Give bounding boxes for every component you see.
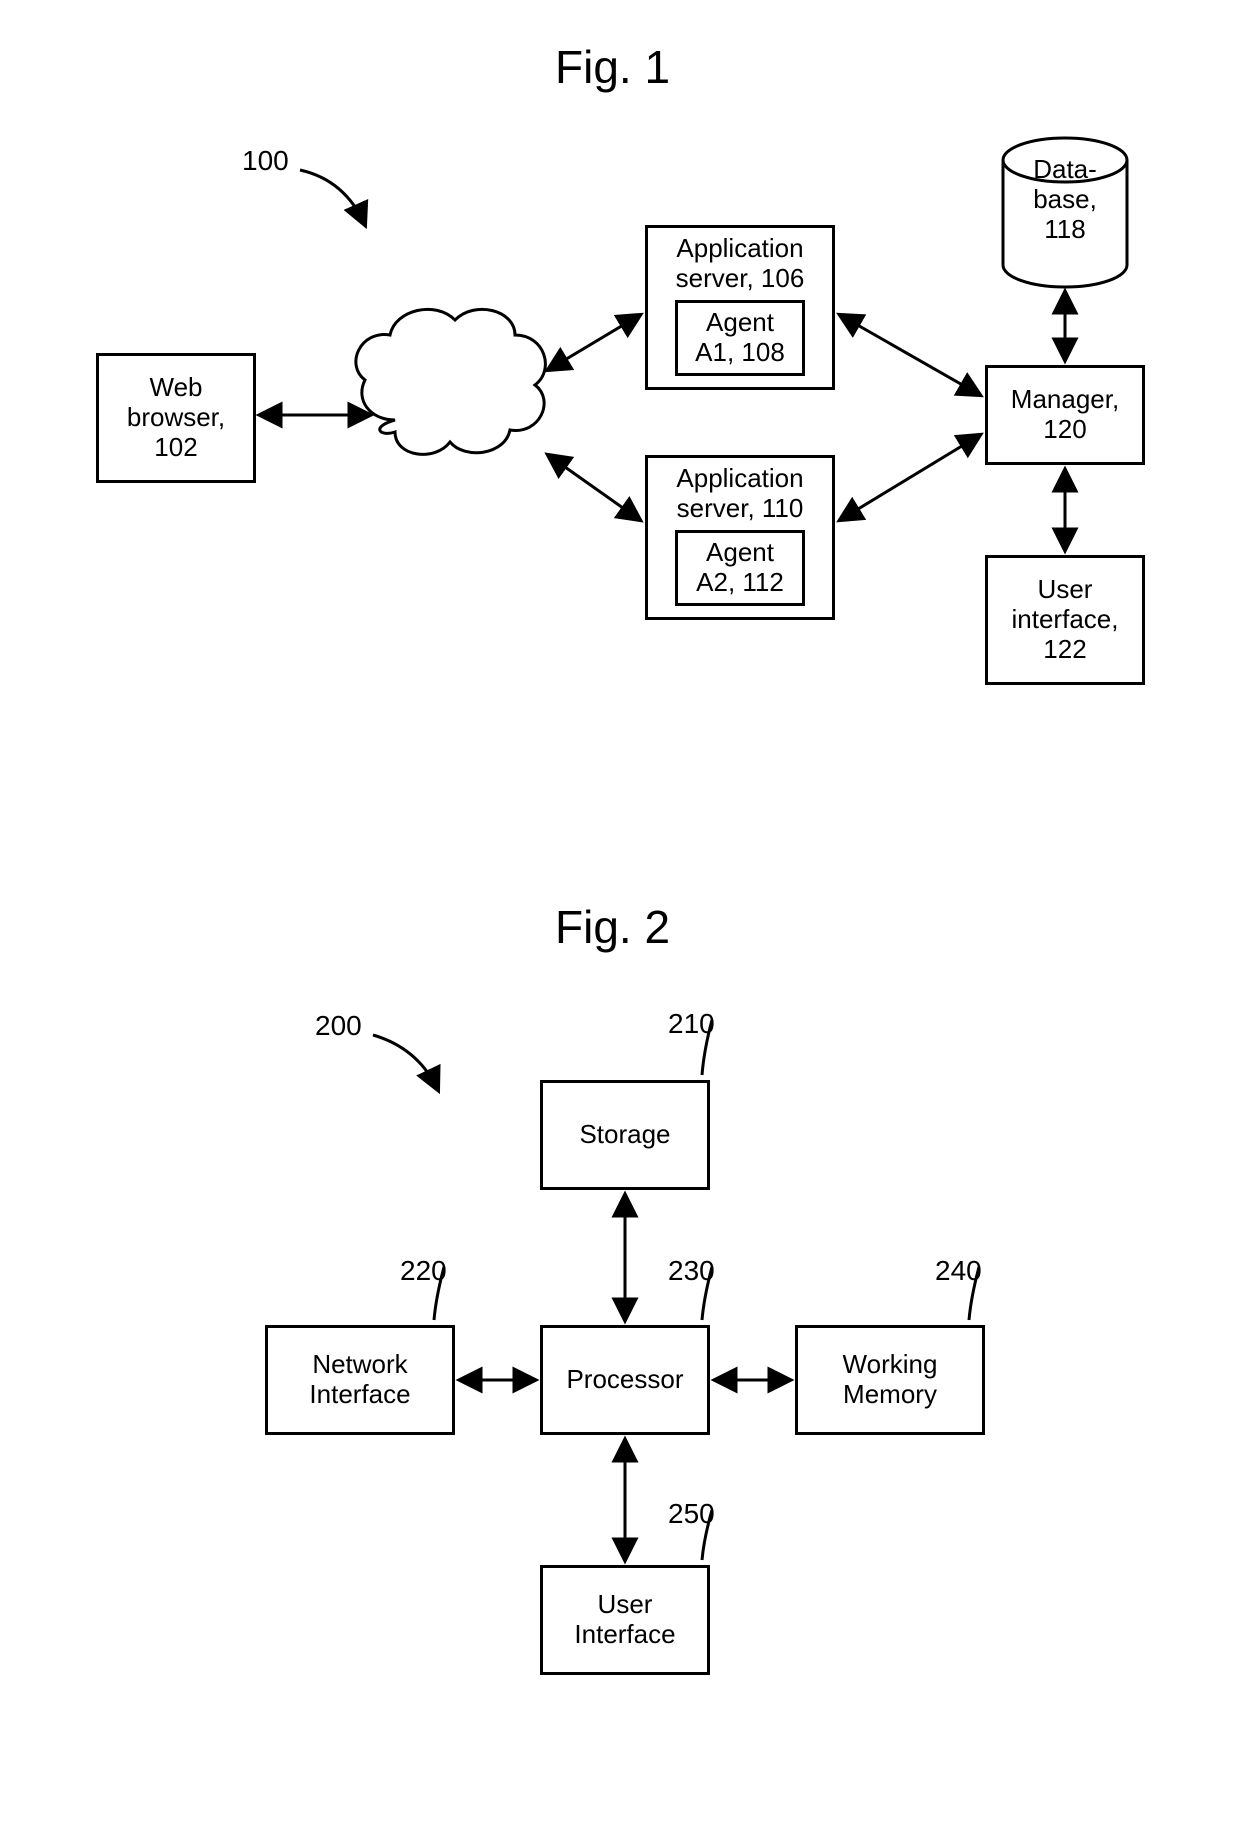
app-server-1-box: Application server, 106 Agent A1, 108 (645, 225, 835, 390)
agent-1-line2: A1, 108 (695, 338, 785, 368)
database-line3: 118 (1044, 214, 1085, 244)
fig1-title: Fig. 1 (555, 40, 670, 94)
web-browser-box: Web browser, 102 (96, 353, 256, 483)
network-interface-line1: Network (312, 1350, 407, 1380)
agent-2-line1: Agent (706, 538, 774, 568)
database-icon (1003, 138, 1127, 287)
network-interface-line2: Interface (309, 1380, 410, 1410)
fig2-ref-arrow (373, 1035, 438, 1090)
arrow-cloud-app2 (548, 455, 640, 520)
storage-label: Storage (579, 1120, 670, 1150)
ui-line1: User (1038, 575, 1093, 605)
web-browser-line2: browser, (127, 403, 225, 433)
arrow-app2-manager (840, 435, 980, 520)
working-memory-line1: Working (843, 1350, 938, 1380)
manager-box: Manager, 120 (985, 365, 1145, 465)
working-memory-line2: Memory (843, 1380, 937, 1410)
agent-2-line2: A2, 112 (696, 568, 784, 598)
manager-line1: Manager, (1011, 385, 1119, 415)
network-interface-box: Network Interface (265, 1325, 455, 1435)
web-browser-line3: 102 (154, 433, 197, 463)
app-server-2-box: Application server, 110 Agent A2, 112 (645, 455, 835, 620)
agent-2-box: Agent A2, 112 (675, 530, 805, 606)
app-server-1-line2: server, 106 (676, 264, 805, 294)
fig2-title: Fig. 2 (555, 900, 670, 954)
cloud-icon (356, 309, 546, 454)
app-server-2-line1: Application (676, 464, 803, 494)
user-interface-2-line1: User (598, 1590, 653, 1620)
ui-line3: 122 (1043, 635, 1086, 665)
cloud-label: 104 (445, 400, 492, 432)
database-line1: Data- (1033, 154, 1097, 184)
working-memory-ref: 240 (935, 1255, 982, 1287)
web-browser-line1: Web (150, 373, 203, 403)
manager-line2: 120 (1043, 415, 1086, 445)
ui-line2: interface, (1012, 605, 1119, 635)
app-server-2-line2: server, 110 (677, 494, 804, 524)
user-interface-2-ref: 250 (668, 1498, 715, 1530)
fig2-ref-label: 200 (315, 1010, 362, 1042)
storage-ref: 210 (668, 1008, 715, 1040)
user-interface-box: User interface, 122 (985, 555, 1145, 685)
network-interface-ref: 220 (400, 1255, 447, 1287)
app-server-1-line1: Application (676, 234, 803, 264)
user-interface-2-box: User Interface (540, 1565, 710, 1675)
processor-ref: 230 (668, 1255, 715, 1287)
database-line2: base, (1033, 184, 1097, 214)
arrow-cloud-app1 (548, 315, 640, 370)
page: Fig. 1 100 Web browser, 102 104 Applicat… (0, 0, 1240, 1839)
agent-1-line1: Agent (706, 308, 774, 338)
user-interface-2-line2: Interface (574, 1620, 675, 1650)
fig1-ref-arrow (300, 170, 365, 225)
processor-box: Processor (540, 1325, 710, 1435)
fig1-ref-label: 100 (242, 145, 289, 177)
arrow-app1-manager (840, 315, 980, 395)
storage-box: Storage (540, 1080, 710, 1190)
agent-1-box: Agent A1, 108 (675, 300, 805, 376)
processor-label: Processor (566, 1365, 683, 1395)
working-memory-box: Working Memory (795, 1325, 985, 1435)
